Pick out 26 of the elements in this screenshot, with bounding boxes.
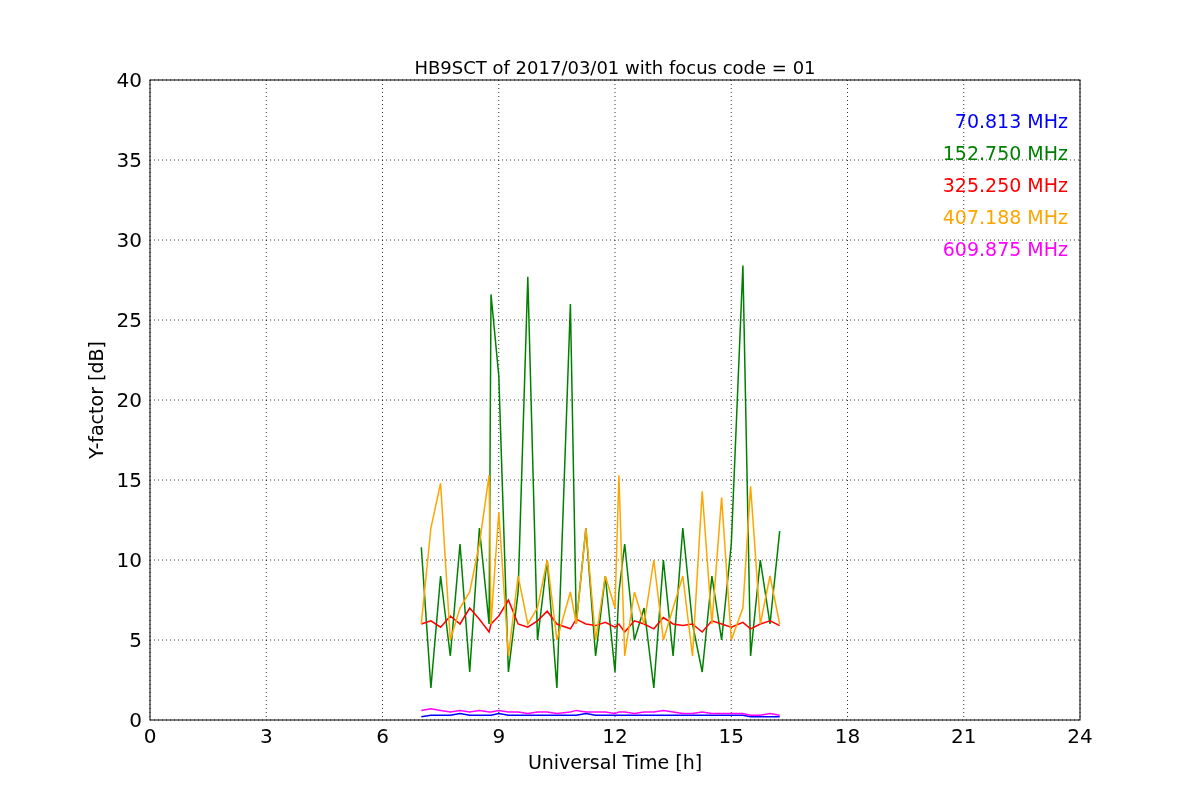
y-tick-label: 15 (116, 468, 142, 492)
x-tick-label: 0 (143, 724, 157, 748)
y-axis-label: Y-factor [dB] (85, 341, 107, 459)
x-tick-label: 18 (834, 724, 861, 748)
x-tick-label: 3 (259, 724, 273, 748)
y-tick-label: 25 (116, 308, 142, 332)
legend-label: 609.875 MHz (942, 238, 1068, 260)
x-tick-label: 21 (951, 724, 977, 748)
x-tick-label: 9 (492, 724, 506, 748)
legend-label: 325.250 MHz (942, 174, 1068, 196)
y-tick-label: 20 (116, 388, 142, 412)
legend-label: 70.813 MHz (954, 110, 1068, 132)
y-tick-label: 5 (129, 628, 142, 652)
y-tick-label: 30 (116, 228, 142, 252)
y-tick-label: 10 (116, 548, 142, 572)
legend-label: 152.750 MHz (942, 142, 1068, 164)
x-axis-label: Universal Time [h] (527, 751, 703, 773)
x-tick-label: 12 (602, 724, 628, 748)
y-tick-label: 35 (116, 148, 142, 172)
y-tick-label: 0 (129, 708, 142, 732)
x-tick-label: 6 (376, 724, 389, 748)
y-tick-label: 40 (116, 68, 142, 92)
x-tick-label: 24 (1067, 724, 1093, 748)
x-tick-label: 15 (718, 724, 744, 748)
legend-label: 407.188 MHz (942, 206, 1068, 228)
chart-title: HB9SCT of 2017/03/01 with focus code = 01 (414, 57, 816, 78)
